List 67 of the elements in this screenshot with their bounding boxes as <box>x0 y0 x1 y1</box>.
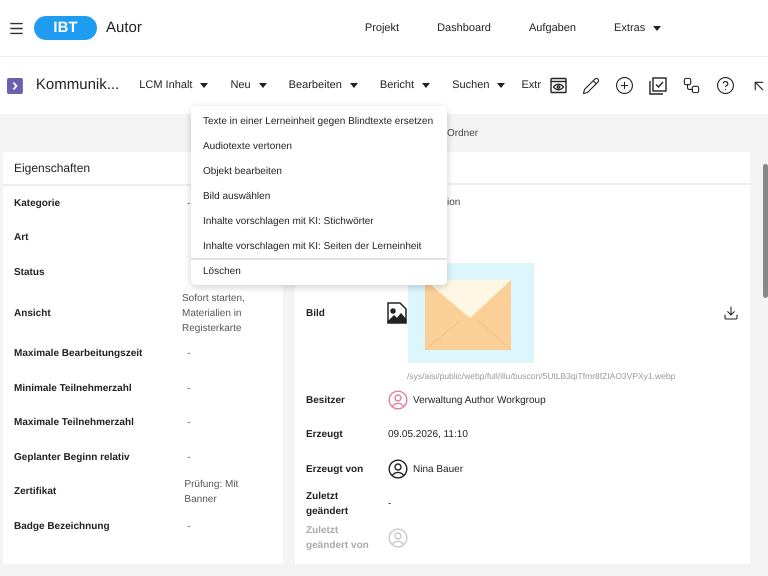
toolbar-menu[interactable]: Bearbeiten <box>288 77 358 94</box>
property-label: Status <box>14 266 46 280</box>
property-value: - <box>187 416 190 430</box>
detail-value: 09.05.2026, 11:10 <box>388 428 468 442</box>
detail-label: Erzeugt von <box>306 462 364 476</box>
caret-icon <box>497 83 506 88</box>
property-label: Zertifikat <box>14 485 58 500</box>
property-value: Sofort starten, Materialien in Registerkarte <box>182 292 246 336</box>
image-icon[interactable] <box>387 302 407 324</box>
menu-item[interactable]: Löschen <box>191 258 447 283</box>
user-name: Verwaltung Author Workgroup <box>413 394 546 408</box>
help-icon[interactable] <box>716 76 735 95</box>
property-label: Badge Bezeichnung <box>14 520 111 534</box>
nav-link[interactable]: Extras <box>614 20 662 36</box>
property-label: Ansicht <box>14 306 52 320</box>
logo: IBT <box>34 16 97 40</box>
checklist-icon[interactable] <box>649 76 667 94</box>
detail-value: - <box>388 497 392 511</box>
tab-label[interactable]: Ordner <box>447 126 478 140</box>
caret-icon <box>350 83 358 88</box>
property-label: Geplanter Beginn relativ <box>14 450 131 465</box>
nav-link[interactable]: Aufgaben <box>528 20 576 36</box>
tree-icon[interactable] <box>682 76 701 95</box>
menu-item[interactable]: Objekt bearbeiten <box>191 158 447 183</box>
page-title: Kommunik... <box>36 75 120 96</box>
property-label: Kategorie <box>14 196 62 211</box>
property-label: Maximale Teilnehmerzahl <box>14 416 135 430</box>
detail-label: Zuletzt geändert von <box>306 524 370 553</box>
file-path: /sys/aisi/public/webp/full/illu/buscon/5UtLB3qiTfmr8fZIAO3VPXy1.webp <box>407 370 676 383</box>
caret-icon <box>200 83 208 88</box>
property-value: - <box>187 520 190 534</box>
property-label: Minimale Teilnehmerzahl <box>14 382 133 396</box>
detail-label: Erzeugt <box>306 428 344 442</box>
property-label: Art <box>14 231 30 246</box>
property-value: Prüfung: Mit Banner <box>184 478 240 507</box>
nav-link[interactable]: Projekt <box>364 20 400 36</box>
app-name: Autor <box>106 18 142 38</box>
chevron-icon <box>7 78 23 94</box>
toolbar-menu[interactable]: Extr <box>521 77 541 94</box>
download-icon[interactable] <box>723 305 739 321</box>
menu-item[interactable]: Inhalte vorschlagen mit KI: Seiten der Lerneinheit <box>191 233 447 258</box>
preview-icon[interactable] <box>550 77 567 94</box>
property-value: - <box>187 382 190 396</box>
property-value: - <box>187 196 190 211</box>
caret-icon <box>653 26 662 30</box>
add-icon[interactable] <box>615 76 634 95</box>
toolbar-menu[interactable]: Suchen <box>452 77 506 94</box>
menu-item[interactable]: Audiotexte vertonen <box>191 133 447 158</box>
detail-value: ion <box>447 196 460 210</box>
toolbar-menu[interactable]: Neu <box>230 77 267 94</box>
detail-label: Zuletzt geändert <box>306 490 350 518</box>
detail-label: Besitzer <box>306 394 346 408</box>
caret-icon <box>258 83 267 88</box>
property-value: - <box>187 347 190 362</box>
menu-item[interactable]: Texte in einer Lerneinheit gegen Blindtexte ersetzen <box>191 108 447 133</box>
menu-item[interactable]: Inhalte vorschlagen mit KI: Stichwörter <box>191 208 447 233</box>
property-value: - <box>187 450 190 465</box>
pencil-icon[interactable] <box>582 76 600 94</box>
toolbar-menu[interactable]: Bericht <box>380 77 430 94</box>
menu-item[interactable]: Bild auswählen <box>191 183 447 208</box>
card-title: Eigenschaften <box>14 160 90 177</box>
detail-label: Bild <box>306 306 326 320</box>
toolbar-menu[interactable]: LCM Inhalt <box>139 77 208 94</box>
caret-icon <box>422 83 430 88</box>
user-name: Nina Bauer <box>413 462 464 476</box>
property-label: Maximale Bearbeitungszeit <box>14 347 144 362</box>
nav-link[interactable]: Dashboard <box>437 20 491 36</box>
